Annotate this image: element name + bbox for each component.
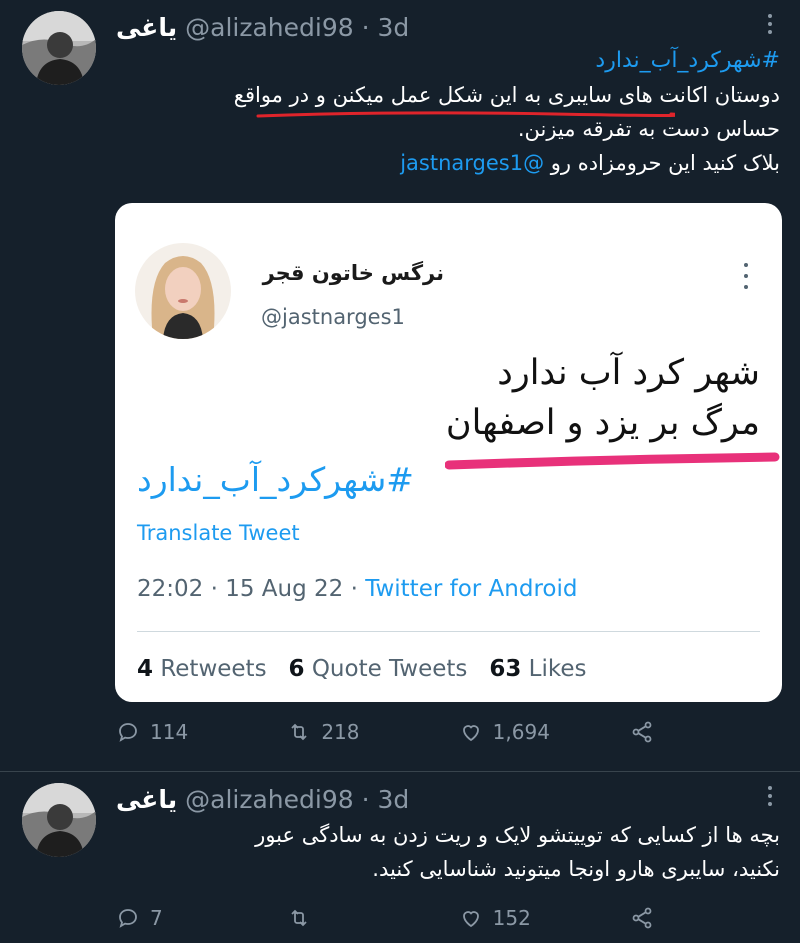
tweet[interactable]: یاغی @alizahedi98 · 3d بچه ها از کسایی ک…: [0, 772, 800, 943]
reply-icon: [119, 723, 137, 742]
like-icon: [462, 911, 479, 928]
more-icon[interactable]: [760, 12, 780, 36]
like-count: 152: [492, 906, 531, 930]
embedded-retweets-count: 4: [137, 656, 154, 682]
embedded-source: Twitter for Android: [365, 576, 578, 602]
like-count: 1,694: [492, 720, 550, 744]
tweet-header: یاغی @alizahedi98 · 3d: [116, 782, 740, 816]
embedded-tweet-line: شهر کرد آب ندارد: [497, 353, 760, 393]
reply-count: 114: [150, 720, 189, 744]
reply-button[interactable]: 114: [116, 720, 256, 744]
embedded-handle: @jastnarges1: [261, 305, 405, 329]
display-name[interactable]: یاغی: [116, 13, 177, 42]
embedded-quotes-count: 6: [288, 656, 305, 682]
mention-link[interactable]: @jastnarges1: [400, 151, 544, 175]
embedded-more-icon: [742, 263, 750, 289]
embedded-hashtag: #شهرکرد_آب_ندارد: [137, 460, 414, 499]
more-icon[interactable]: [760, 784, 780, 808]
pink-underline-annotation: [445, 452, 780, 470]
retweet-button[interactable]: [287, 906, 427, 930]
embedded-stats: 4 Retweets 6 Quote Tweets 63 Likes: [137, 656, 587, 682]
embedded-likes-count: 63: [489, 656, 522, 682]
avatar[interactable]: [22, 783, 96, 857]
embedded-display-name: نرگس خاتون قجر: [262, 261, 444, 285]
hashtag-link[interactable]: #شهرکرد_آب_ندارد: [595, 48, 780, 73]
reply-button[interactable]: 7: [116, 906, 256, 930]
tweet-actions: 7 152: [116, 903, 670, 933]
like-icon: [462, 725, 479, 742]
tweet-header: یاغی @alizahedi98 · 3d: [116, 10, 740, 44]
retweet-count: 218: [321, 720, 360, 744]
like-button[interactable]: 1,694: [459, 720, 599, 744]
embedded-divider: [137, 631, 760, 632]
red-underline-annotation: [256, 111, 675, 118]
tweet-actions: 114 218 1,694: [116, 717, 670, 747]
embedded-avatar: [135, 243, 231, 339]
reply-icon: [119, 909, 137, 928]
tweet-text: بچه ها از کسایی که توییتشو لایک و ریت زد…: [116, 818, 780, 886]
embedded-timestamp: 22:02 · 15 Aug 22 · Twitter for Android: [137, 576, 577, 602]
embedded-tweet-line: مرگ بر یزد و اصفهان: [445, 403, 760, 443]
embedded-time: 22:02 · 15 Aug 22 ·: [137, 576, 366, 602]
share-button[interactable]: [630, 720, 670, 744]
handle-and-time[interactable]: @alizahedi98 · 3d: [185, 13, 409, 42]
avatar[interactable]: [22, 11, 96, 85]
retweet-icon: [291, 909, 307, 927]
tweet-line: دوستان اکانت های سایبری به این شکل عمل م…: [233, 83, 780, 107]
share-icon: [632, 721, 652, 743]
embedded-quotes-label: Quote Tweets: [304, 656, 468, 682]
retweet-button[interactable]: 218: [287, 720, 427, 744]
embedded-likes-label: Likes: [521, 656, 587, 682]
share-icon: [632, 907, 652, 929]
embedded-tweet-screenshot[interactable]: نرگس خاتون قجر @jastnarges1 شهر کرد آب ن…: [115, 203, 782, 702]
like-button[interactable]: 152: [459, 906, 599, 930]
tweet-line: بلاک کنید این حرومزاده رو: [550, 151, 780, 175]
display-name[interactable]: یاغی: [116, 785, 177, 814]
handle-and-time[interactable]: @alizahedi98 · 3d: [185, 785, 409, 814]
embedded-translate-link: Translate Tweet: [137, 521, 300, 545]
retweet-icon: [291, 723, 307, 741]
tweet[interactable]: یاغی @alizahedi98 · 3d #شهرکرد_آب_ندارد …: [0, 0, 800, 772]
tweet-line: بچه ها از کسایی که توییتشو لایک و ریت زد…: [255, 823, 780, 847]
embedded-retweets-label: Retweets: [153, 656, 267, 682]
tweet-line: نکنید، سایبری هارو اونجا میتونید شناسایی…: [372, 857, 780, 881]
reply-count: 7: [150, 906, 163, 930]
share-button[interactable]: [630, 906, 670, 930]
